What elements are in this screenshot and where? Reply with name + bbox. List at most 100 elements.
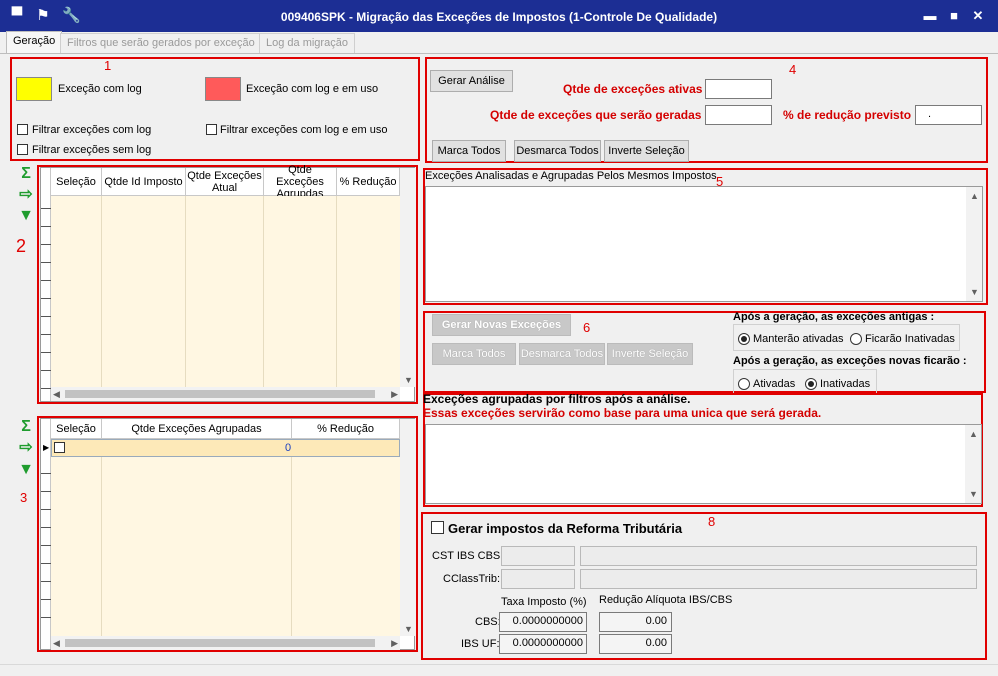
tab-log-migracao[interactable]: Log da migração xyxy=(259,33,355,53)
grid2-hscroll-thumb[interactable] xyxy=(65,390,375,398)
scroll-up-icon-5[interactable]: ▲ xyxy=(970,191,979,201)
desmarca-todos-button[interactable]: Desmarca Todos xyxy=(514,140,601,162)
reducao-previsto-input[interactable]: . xyxy=(915,105,982,125)
marca-todos-button-6[interactable]: Marca Todos xyxy=(432,343,516,365)
grouped-grid[interactable]: ▶ Seleção Qtde Exceções Agrupadas % Redu… xyxy=(40,418,416,650)
antigas-opt2-label: Ficarão Inativadas xyxy=(865,333,955,345)
cbs-taxa-input[interactable]: 0.0000000000 xyxy=(499,612,587,632)
cbs-reducao-input[interactable]: 0.00 xyxy=(599,612,672,632)
grid2-hscroll[interactable]: ◀ ▶ xyxy=(51,387,400,401)
novas-opt1-label: Ativadas xyxy=(753,378,796,390)
section7-subtitle: Essas exceções servirão como base para u… xyxy=(423,406,822,420)
scroll-up-icon-7[interactable]: ▲ xyxy=(969,429,978,439)
section5-title: Exceções Analisadas e Agrupadas Pelos Me… xyxy=(425,170,717,182)
reducao-header: Redução Alíquota IBS/CBS xyxy=(599,594,733,606)
grid3-hscroll-thumb[interactable] xyxy=(65,639,375,647)
grid3-header-qtde-agrupadas[interactable]: Qtde Exceções Agrupadas xyxy=(102,419,292,439)
cst-label: CST IBS CBS: xyxy=(432,550,504,562)
grid3-hscroll[interactable]: ◀ ▶ xyxy=(51,636,400,650)
tab-geracao[interactable]: Geração xyxy=(6,31,63,53)
cst-desc-input[interactable] xyxy=(580,546,977,566)
grid3-row[interactable]: 0 xyxy=(51,439,400,457)
marca-todos-button[interactable]: Marca Todos xyxy=(432,140,506,162)
novas-opt2-radio[interactable] xyxy=(805,378,817,390)
gerar-reforma-checkbox[interactable] xyxy=(431,521,444,534)
filter-log-label: Filtrar exceções com log xyxy=(32,124,152,136)
legend-log-uso-swatch xyxy=(205,77,241,101)
filter-down-icon-2[interactable]: ▼ xyxy=(17,461,35,479)
scroll-down-icon-7[interactable]: ▼ xyxy=(969,489,978,499)
ibsuf-reducao-input[interactable]: 0.00 xyxy=(599,634,672,654)
cclass-code-input[interactable] xyxy=(501,569,575,589)
gerar-analise-button[interactable]: Gerar Análise xyxy=(430,70,513,92)
sum-icon-2[interactable]: Σ xyxy=(17,418,35,436)
grid2-header-selecao[interactable]: Seleção xyxy=(51,168,102,196)
grid2-header-qtde-id[interactable]: Qtde Id Imposto xyxy=(102,168,186,196)
grid3-row-checkbox[interactable] xyxy=(54,442,65,453)
novas-group: Ativadas Inativadas xyxy=(733,369,877,395)
filter-sem-log-checkbox[interactable] xyxy=(17,144,28,155)
grid2-header-qtde-atual[interactable]: Qtde Exceções Atual xyxy=(186,168,264,196)
legend-log-label: Exceção com log xyxy=(58,83,142,95)
current-row-icon: ▶ xyxy=(43,443,50,452)
section7-memo[interactable]: ▲ ▼ xyxy=(425,424,982,504)
grid3-header-reducao[interactable]: % Redução xyxy=(292,419,400,439)
grid3-row-qtde: 0 xyxy=(285,442,292,454)
annotation-label-8: 8 xyxy=(708,514,716,529)
antigas-opt2-radio[interactable] xyxy=(850,333,862,345)
row-indicator-3: ▶ xyxy=(41,419,51,649)
ibsuf-taxa-input[interactable]: 0.0000000000 xyxy=(499,634,587,654)
grid3-vscroll[interactable]: ▼ xyxy=(400,419,416,636)
grid3-body[interactable]: 0 xyxy=(51,439,400,636)
antigas-label: Após a geração, as exceções antigas : xyxy=(733,311,935,323)
close-icon[interactable]: ✕ xyxy=(970,8,986,24)
tab-filtros[interactable]: Filtros que serão gerados por exceção xyxy=(60,33,262,53)
grid2-vscroll[interactable]: ▼ xyxy=(400,168,416,387)
window-title: 009406SPK - Migração das Exceções de Imp… xyxy=(280,10,718,24)
scroll-left-icon-3[interactable]: ◀ xyxy=(53,638,60,648)
memo7-vscroll[interactable]: ▲ ▼ xyxy=(965,425,981,503)
grid2-body[interactable] xyxy=(51,196,400,387)
scroll-down-icon-3[interactable]: ▼ xyxy=(404,624,413,634)
minimize-icon[interactable]: ▬ xyxy=(922,8,938,24)
grid3-header-selecao[interactable]: Seleção xyxy=(51,419,102,439)
scroll-down-icon-5[interactable]: ▼ xyxy=(970,287,979,297)
scroll-right-icon-3[interactable]: ▶ xyxy=(391,638,398,648)
annotation-label-1: 1 xyxy=(104,58,112,73)
qtde-geradas-input[interactable] xyxy=(705,105,772,125)
cclass-desc-input[interactable] xyxy=(580,569,977,589)
taxa-header: Taxa Imposto (%) xyxy=(501,596,587,608)
gerar-reforma-label: Gerar impostos da Reforma Tributária xyxy=(448,521,683,536)
scroll-right-icon[interactable]: ▶ xyxy=(391,389,398,399)
memo5-vscroll[interactable]: ▲ ▼ xyxy=(966,187,982,301)
filter-log-checkbox[interactable] xyxy=(17,124,28,135)
grid2-header-qtde-agrupadas[interactable]: Qtde Exceções Agrupdas xyxy=(264,164,337,200)
status-strip xyxy=(0,664,998,676)
ibsuf-label: IBS UF: xyxy=(461,638,500,650)
gerar-novas-button[interactable]: Gerar Novas Exceções xyxy=(432,314,571,336)
analysis-grid[interactable]: Seleção Qtde Id Imposto Qtde Exceções At… xyxy=(40,164,416,402)
export-icon[interactable]: ⇨ xyxy=(17,186,35,204)
scroll-left-icon[interactable]: ◀ xyxy=(53,389,60,399)
cst-code-input[interactable] xyxy=(501,546,575,566)
scroll-down-icon[interactable]: ▼ xyxy=(404,375,413,385)
novas-opt1-radio[interactable] xyxy=(738,378,750,390)
maximize-icon[interactable]: ■ xyxy=(946,8,962,24)
section5-memo[interactable]: ▲ ▼ xyxy=(425,186,983,302)
qtde-ativas-input[interactable] xyxy=(705,79,772,99)
antigas-opt1-radio[interactable] xyxy=(738,333,750,345)
tab-divider xyxy=(0,53,998,54)
annotation-label-4: 4 xyxy=(789,62,797,77)
filter-log-uso-checkbox[interactable] xyxy=(206,124,217,135)
inverte-selecao-button[interactable]: Inverte Seleção xyxy=(604,140,689,162)
legend-log-swatch xyxy=(16,77,52,101)
desmarca-todos-button-6[interactable]: Desmarca Todos xyxy=(519,343,605,365)
legend-log-uso-label: Exceção com log e em uso xyxy=(246,83,379,95)
filter-sem-log-label: Filtrar exceções sem log xyxy=(32,144,152,156)
inverte-selecao-button-6[interactable]: Inverte Seleção xyxy=(607,343,693,365)
annotation-label-3: 3 xyxy=(20,490,28,505)
export-icon-2[interactable]: ⇨ xyxy=(17,439,35,457)
sum-icon[interactable]: Σ xyxy=(17,165,35,183)
filter-down-icon[interactable]: ▼ xyxy=(17,207,35,225)
grid2-header-reducao[interactable]: % Redução xyxy=(337,168,400,196)
